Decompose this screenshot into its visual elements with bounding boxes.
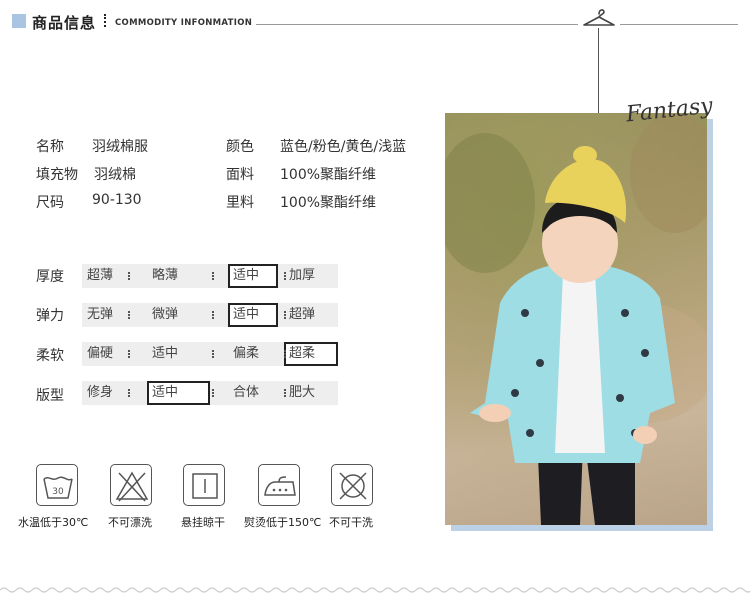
option-softness-1: 适中 (152, 346, 179, 361)
option-divider (212, 272, 214, 280)
spec-value-filling: 羽绒棉 (94, 167, 136, 183)
option-fit-0: 修身 (87, 385, 114, 400)
option-fit-3: 肥大 (289, 385, 316, 400)
option-fit-1-selected: 适中 (147, 381, 210, 405)
option-elasticity-1: 微弹 (152, 307, 179, 322)
spec-value-name: 羽绒棉服 (92, 139, 148, 155)
option-thickness-3: 加厚 (289, 268, 316, 283)
option-softness-0: 偏硬 (87, 346, 114, 361)
care-label-dryclean: 不可干洗 (329, 516, 373, 529)
spec-label-fabric: 面料 (226, 167, 254, 183)
header-rule-right (620, 24, 738, 25)
wash-30-icon: 30 (36, 464, 78, 506)
attribute-label-softness: 柔软 (36, 348, 64, 364)
no-bleach-icon (110, 464, 152, 506)
hanger-string (598, 28, 599, 126)
spec-value-fabric: 100%聚酯纤维 (280, 167, 377, 183)
no-dry-clean-icon (331, 464, 373, 506)
option-divider (128, 272, 130, 280)
attribute-label-thickness: 厚度 (36, 269, 64, 285)
option-divider (284, 389, 286, 397)
option-divider (284, 272, 286, 280)
option-divider (128, 389, 130, 397)
option-softness-3-selected: 超柔 (284, 342, 338, 366)
option-thickness-1: 略薄 (152, 268, 179, 283)
option-thickness-0: 超薄 (87, 268, 114, 283)
option-divider (212, 311, 214, 319)
wavy-divider (0, 587, 750, 593)
option-thickness-2-selected: 适中 (228, 264, 278, 288)
spec-value-lining: 100%聚酯纤维 (280, 195, 377, 211)
care-label-hang: 悬挂晾干 (181, 516, 225, 529)
spec-value-color: 蓝色/粉色/黄色/浅蓝 (280, 139, 407, 155)
header-accent-block (12, 14, 26, 28)
spec-label-name: 名称 (36, 139, 64, 155)
option-softness-2: 偏柔 (233, 346, 260, 361)
header-rule-left (256, 24, 578, 25)
title-separator (104, 14, 106, 27)
spec-label-color: 颜色 (226, 139, 254, 155)
hang-dry-icon (183, 464, 225, 506)
option-divider (212, 389, 214, 397)
option-elasticity-2-selected: 适中 (228, 303, 278, 327)
attribute-label-elasticity: 弹力 (36, 308, 64, 324)
option-divider (212, 350, 214, 358)
spec-label-size: 尺码 (36, 195, 64, 211)
section-title: 商品信息 (32, 14, 97, 32)
option-elasticity-0: 无弹 (87, 307, 114, 322)
attribute-label-fit: 版型 (36, 388, 64, 404)
child-in-jacket-illustration (445, 113, 707, 525)
spec-label-lining: 里料 (226, 195, 254, 211)
spec-label-filling: 填充物 (36, 167, 78, 183)
care-label-wash: 水温低于30℃ (18, 516, 89, 529)
product-photo (445, 113, 707, 525)
care-label-bleach: 不可漂洗 (108, 516, 152, 529)
wash-temp-badge: 30 (52, 487, 64, 497)
option-divider (284, 311, 286, 319)
care-label-iron: 熨烫低于150℃ (244, 516, 322, 529)
option-fit-2: 合体 (233, 385, 260, 400)
iron-icon (258, 464, 300, 506)
section-subtitle: COMMODITY INFONMATION (115, 18, 253, 28)
option-elasticity-3: 超弹 (289, 307, 316, 322)
option-divider (128, 350, 130, 358)
option-divider (284, 350, 286, 358)
option-divider (128, 311, 130, 319)
spec-value-size: 90-130 (92, 192, 142, 208)
hanger-icon (583, 9, 615, 26)
